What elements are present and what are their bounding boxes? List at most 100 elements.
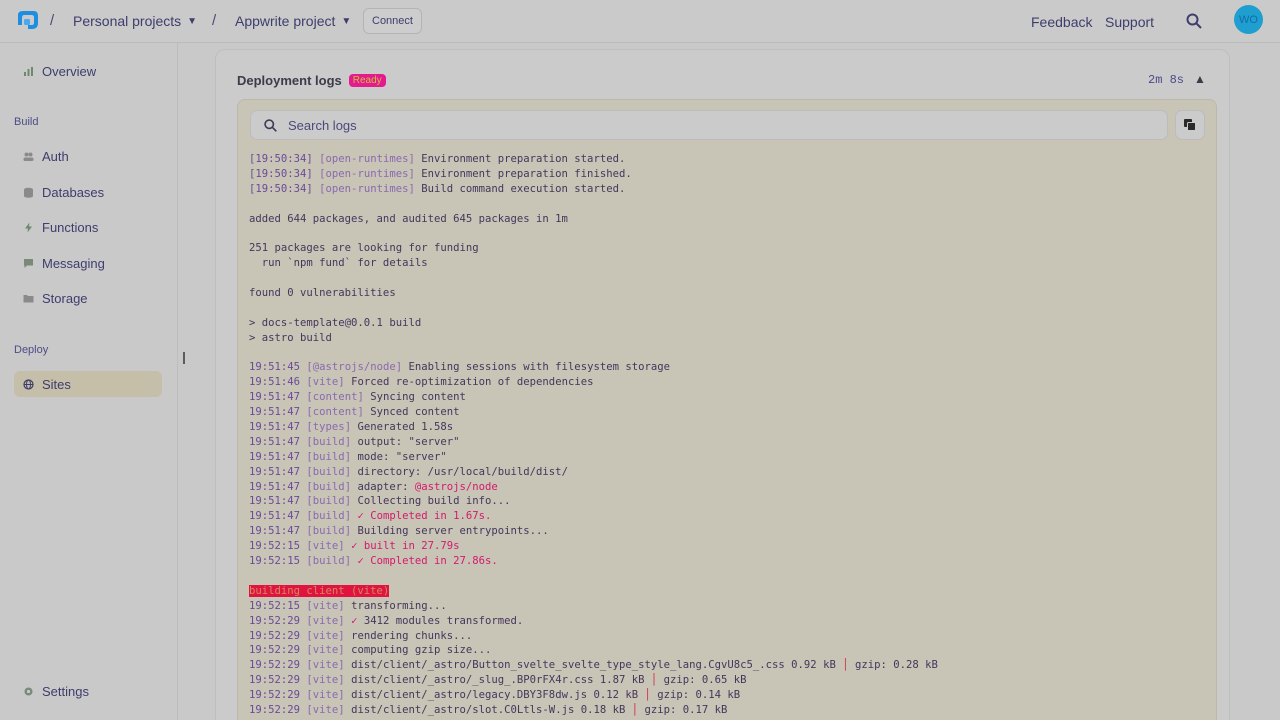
sidebar-item-settings[interactable]: Settings [14, 678, 162, 704]
breadcrumb-label: Appwrite project [235, 13, 336, 29]
log-line: 19:51:47 [build] Collecting build info..… [249, 494, 1209, 509]
log-line: [19:50:34] [open-runtimes] Environment p… [249, 152, 1209, 167]
log-timestamp: 19:51:47 [249, 450, 301, 463]
gear-icon [24, 687, 33, 695]
log-line: 19:52:15 [build] ✓ Completed in 27.86s. [249, 554, 1209, 569]
log-line: 19:52:29 [vite] ✓ 3412 modules transform… [249, 614, 1209, 629]
copy-logs-button[interactable] [1175, 110, 1205, 140]
log-timestamp: [19:50:34] [249, 153, 313, 165]
sidebar-item-overview[interactable]: Overview [14, 58, 162, 84]
search-icon[interactable] [1185, 12, 1203, 30]
log-line: 19:51:47 [types] Generated 1.58s [249, 420, 1209, 435]
log-message: dist/client/_astro/_slug_.BP0rFX4r.css 1… [351, 674, 651, 687]
sidebar-item-messaging[interactable]: Messaging [14, 250, 162, 276]
sidebar-item-databases[interactable]: Databases [14, 179, 162, 205]
log-line: 19:52:29 [vite] dist/client/_astro/slot.… [249, 703, 1209, 718]
sidebar-item-auth[interactable]: Auth [14, 143, 162, 169]
log-line: 19:51:47 [build] mode: "server" [249, 450, 1209, 465]
log-message: Enabling sessions with filesystem storag… [408, 361, 670, 374]
log-line: 19:51:47 [build] directory: /usr/local/b… [249, 465, 1209, 480]
log-timestamp: 19:52:29 [249, 614, 301, 627]
log-line: [19:50:34] [open-runtimes] Environment p… [249, 167, 1209, 182]
breadcrumb-project[interactable]: Appwrite project ▼ [235, 13, 351, 29]
log-text: > astro build [249, 331, 332, 344]
log-message: Environment preparation finished. [421, 167, 632, 180]
deployment-logs-card: Deployment logs Ready 2m 8s ▲ [19:50:34]… [215, 49, 1230, 720]
log-text: 251 packages are looking for funding [249, 242, 479, 255]
sidebar-item-label: Storage [42, 290, 88, 306]
log-tag: [content] [306, 406, 364, 419]
section-label-deploy: Deploy [14, 344, 49, 356]
log-timestamp: 19:51:47 [249, 435, 301, 448]
log-line: 19:51:47 [content] Synced content [249, 405, 1209, 420]
log-text: > docs-template@0.0.1 build [249, 316, 422, 329]
sidebar: Overview Build Auth Databases Functions … [0, 43, 178, 720]
log-panel: [19:50:34] [open-runtimes] Environment p… [237, 99, 1217, 720]
globe-icon [23, 378, 34, 390]
card-title: Deployment logs [237, 73, 342, 88]
log-timestamp: 19:51:47 [249, 465, 301, 478]
appwrite-logo-icon[interactable] [14, 9, 40, 33]
log-timestamp: 19:52:29 [249, 689, 301, 702]
log-section-header: building client (vite) [249, 584, 390, 597]
sidebar-item-label: Sites [42, 376, 71, 392]
log-line: 19:51:45 [@astrojs/node] Enabling sessio… [249, 360, 1209, 375]
log-line: 19:52:29 [vite] dist/client/_astro/_slug… [249, 673, 1209, 688]
top-bar: / Personal projects ▼ / Appwrite project… [0, 0, 1280, 43]
log-message: transforming... [351, 599, 447, 612]
support-link[interactable]: Support [1105, 14, 1154, 30]
sidebar-item-functions[interactable]: Functions [14, 214, 162, 240]
section-label-build: Build [14, 116, 39, 128]
log-tag: [build] [306, 510, 352, 523]
sidebar-item-label: Auth [42, 148, 69, 164]
log-line: 19:52:29 [vite] dist/client/_astro/Butto… [249, 658, 1209, 673]
log-tag: [vite] [306, 540, 345, 553]
lightning-icon [25, 222, 32, 232]
log-timestamp: 19:52:29 [249, 674, 301, 687]
search-logs-box[interactable] [250, 110, 1168, 140]
log-tag: [content] [306, 391, 364, 404]
feedback-link[interactable]: Feedback [1031, 14, 1092, 30]
chevron-down-icon: ▼ [341, 15, 352, 27]
search-icon [264, 118, 277, 132]
sidebar-item-storage[interactable]: Storage [14, 285, 162, 311]
log-gzip-size: gzip: 0.17 kB [638, 703, 728, 716]
search-logs-input[interactable] [288, 117, 1148, 133]
status-badge: Ready [348, 74, 386, 87]
log-message: Collecting build info... [357, 495, 511, 508]
sidebar-item-sites[interactable]: Sites [14, 371, 162, 397]
log-tag: [vite] [306, 689, 345, 702]
log-tag: [vite] [306, 629, 345, 642]
sidebar-item-label: Overview [42, 63, 97, 79]
log-highlight: ✓ Completed in 1.67s. [357, 510, 492, 523]
log-tag: [open-runtimes] [319, 167, 415, 180]
connect-button[interactable]: Connect [363, 8, 422, 34]
database-icon [24, 187, 33, 198]
log-line: 19:52:29 [vite] dist/client/_astro/legac… [249, 688, 1209, 703]
breadcrumb-organization[interactable]: Personal projects ▼ [73, 13, 197, 29]
sidebar-item-label: Databases [42, 184, 105, 200]
log-tag: [build] [306, 555, 352, 568]
log-tag: [open-runtimes] [319, 182, 415, 195]
log-message: directory: /usr/local/build/dist/ [357, 465, 568, 478]
log-highlight: ✓ Completed in 27.86s. [357, 555, 498, 568]
chevron-up-icon[interactable]: ▲ [1194, 72, 1206, 86]
sidebar-resize-handle[interactable] [183, 352, 185, 364]
avatar[interactable]: WO [1234, 5, 1263, 34]
log-timestamp: 19:51:47 [249, 421, 301, 434]
log-message: Build command execution started. [421, 182, 626, 195]
log-line: 19:51:47 [content] Syncing content [249, 390, 1209, 405]
log-line: 19:52:15 [vite] ✓ built in 27.79s [249, 539, 1209, 554]
log-message: dist/client/_astro/slot.C0Ltls-W.js 0.18… [351, 703, 632, 716]
breadcrumb-label: Personal projects [73, 13, 182, 29]
log-timestamp: [19:50:34] [249, 167, 313, 180]
build-duration: 2m 8s [1148, 73, 1185, 87]
sidebar-item-label: Settings [42, 683, 89, 699]
log-message: Generated 1.58s [357, 421, 454, 434]
sidebar-item-label: Messaging [42, 255, 105, 271]
log-gzip-size: gzip: 0.14 kB [650, 689, 741, 702]
log-line: run `npm fund` for details [249, 256, 1209, 271]
log-tag: [build] [306, 465, 352, 478]
